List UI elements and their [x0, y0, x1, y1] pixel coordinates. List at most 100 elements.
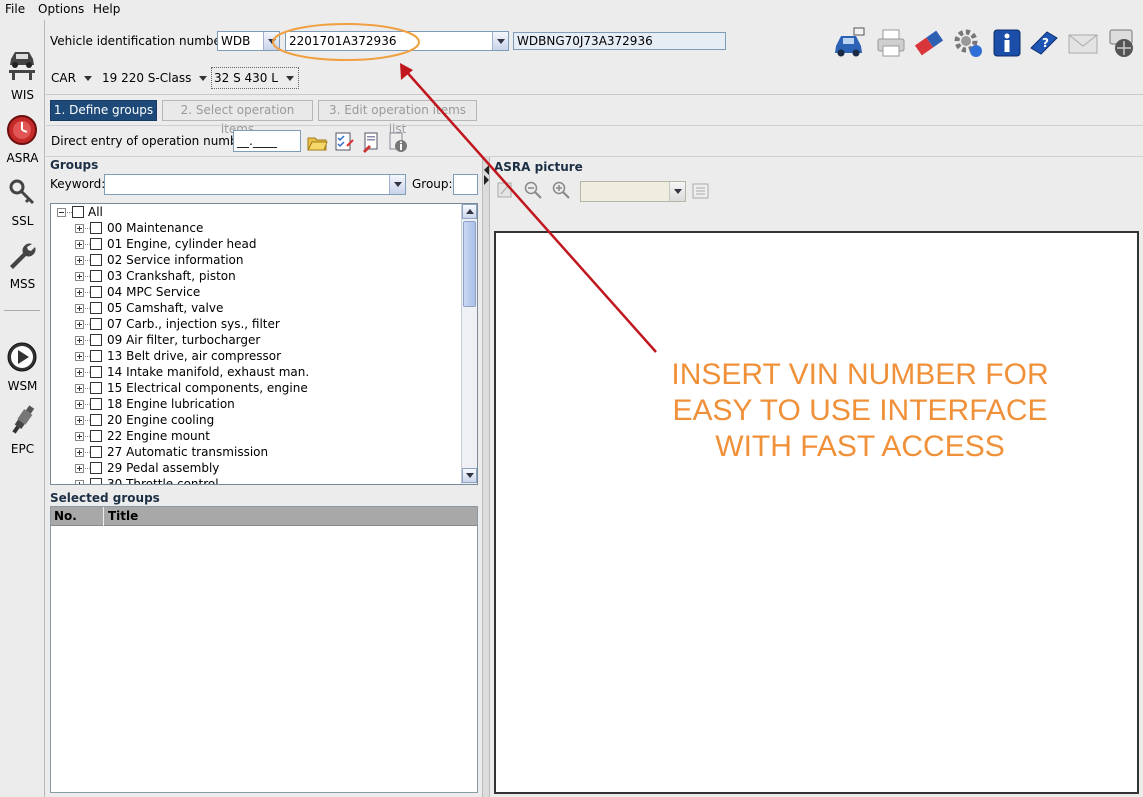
expand-icon[interactable]	[75, 304, 84, 313]
keyword-select[interactable]	[104, 174, 406, 195]
collapse-right-icon[interactable]	[484, 175, 489, 185]
picture-list-icon[interactable]	[690, 181, 712, 201]
sidebar-item-ssl[interactable]: SSL	[0, 178, 45, 232]
column-header-title[interactable]: Title	[105, 507, 477, 526]
network-icon[interactable]	[1104, 26, 1138, 60]
tree-item[interactable]: 01 Engine, cylinder head	[51, 236, 461, 252]
step-edit-operation-items-list[interactable]: 3. Edit operation items list	[318, 100, 477, 136]
tree-root-all[interactable]: All	[51, 204, 461, 220]
settings-gear-icon[interactable]	[951, 26, 985, 60]
panel-splitter[interactable]	[482, 157, 490, 797]
expand-icon[interactable]	[75, 480, 84, 484]
vin-prefix-select[interactable]: WDB	[217, 31, 280, 51]
tree-item[interactable]: 20 Engine cooling	[51, 412, 461, 428]
tree-item[interactable]: 15 Electrical components, engine	[51, 380, 461, 396]
picture-select[interactable]	[580, 181, 686, 202]
checkbox[interactable]	[90, 430, 102, 442]
help-book-icon[interactable]: ?	[1027, 26, 1061, 60]
scroll-thumb[interactable]	[463, 221, 476, 307]
expand-icon[interactable]	[75, 352, 84, 361]
checklist-icon[interactable]	[333, 130, 355, 152]
expand-icon[interactable]	[75, 448, 84, 457]
expand-icon[interactable]	[75, 432, 84, 441]
checkbox[interactable]	[90, 414, 102, 426]
model-select[interactable]: 19 220 S-Class	[102, 68, 208, 88]
expand-icon[interactable]	[75, 240, 84, 249]
checkbox[interactable]	[90, 238, 102, 250]
checkbox[interactable]	[72, 206, 84, 218]
checkbox[interactable]	[90, 334, 102, 346]
document-edit-icon[interactable]	[360, 131, 382, 153]
step-select-operation-items[interactable]: 2. Select operation items	[162, 100, 313, 136]
tree-item[interactable]: 30 Throttle control	[51, 476, 461, 484]
expand-icon[interactable]	[75, 320, 84, 329]
vin-input[interactable]: 2201701A372936	[285, 31, 509, 51]
tree-item[interactable]: 29 Pedal assembly	[51, 460, 461, 476]
zoom-out-icon[interactable]	[523, 180, 545, 200]
eraser-icon[interactable]	[912, 26, 946, 60]
info-icon[interactable]	[990, 26, 1024, 60]
menu-help[interactable]: Help	[93, 2, 120, 16]
tree-item[interactable]: 14 Intake manifold, exhaust man.	[51, 364, 461, 380]
checkbox[interactable]	[90, 270, 102, 282]
operation-number-input[interactable]: __.____	[233, 130, 301, 152]
expand-icon[interactable]	[75, 336, 84, 345]
expand-icon[interactable]	[75, 272, 84, 281]
zoom-in-icon[interactable]	[551, 180, 573, 200]
expand-icon[interactable]	[75, 464, 84, 473]
open-folder-icon[interactable]	[306, 131, 328, 153]
fit-page-icon[interactable]	[495, 180, 515, 200]
document-info-icon[interactable]	[387, 131, 409, 153]
step-define-groups[interactable]: 1. Define groups	[50, 100, 157, 121]
checkbox[interactable]	[90, 286, 102, 298]
tree-item[interactable]: 05 Camshaft, valve	[51, 300, 461, 316]
sidebar-item-wsm[interactable]: WSM	[0, 341, 45, 397]
sidebar-item-mss[interactable]: MSS	[0, 240, 45, 294]
sidebar-item-epc[interactable]: EPC	[0, 404, 45, 460]
tree-item[interactable]: 18 Engine lubrication	[51, 396, 461, 412]
scroll-up-icon[interactable]	[462, 204, 477, 219]
expand-icon[interactable]	[75, 384, 84, 393]
checkbox[interactable]	[90, 446, 102, 458]
tree-item[interactable]: 02 Service information	[51, 252, 461, 268]
expand-icon[interactable]	[75, 400, 84, 409]
expand-icon[interactable]	[75, 224, 84, 233]
checkbox[interactable]	[90, 302, 102, 314]
checkbox[interactable]	[90, 254, 102, 266]
checkbox[interactable]	[90, 350, 102, 362]
sidebar-item-asra[interactable]: ASRA	[0, 114, 45, 170]
expand-icon[interactable]	[75, 288, 84, 297]
menu-options[interactable]: Options	[38, 2, 84, 16]
sidebar-item-wis[interactable]: WIS	[0, 47, 45, 105]
tree-item[interactable]: 04 MPC Service	[51, 284, 461, 300]
expand-icon[interactable]	[75, 368, 84, 377]
column-header-no[interactable]: No.	[51, 507, 104, 526]
checkbox[interactable]	[90, 222, 102, 234]
checkbox[interactable]	[90, 382, 102, 394]
expand-icon[interactable]	[75, 256, 84, 265]
scroll-down-icon[interactable]	[462, 468, 477, 483]
tree-item[interactable]: 07 Carb., injection sys., filter	[51, 316, 461, 332]
vehicle-type-select[interactable]: CAR	[51, 68, 92, 88]
checkbox[interactable]	[90, 478, 102, 484]
collapse-left-icon[interactable]	[484, 165, 489, 175]
printer-icon[interactable]	[874, 26, 908, 60]
tree-item[interactable]: 13 Belt drive, air compressor	[51, 348, 461, 364]
checkbox[interactable]	[90, 366, 102, 378]
variant-select[interactable]: 32 S 430 L	[211, 67, 299, 89]
mail-icon[interactable]	[1066, 26, 1100, 60]
checkbox[interactable]	[90, 398, 102, 410]
checkbox[interactable]	[90, 318, 102, 330]
tree-item[interactable]: 22 Engine mount	[51, 428, 461, 444]
expand-icon[interactable]	[75, 416, 84, 425]
tree-item[interactable]: 03 Crankshaft, piston	[51, 268, 461, 284]
tree-item[interactable]: 00 Maintenance	[51, 220, 461, 236]
checkbox[interactable]	[90, 462, 102, 474]
tree-item[interactable]: 09 Air filter, turbocharger	[51, 332, 461, 348]
vehicle-search-icon[interactable]	[832, 26, 866, 60]
groups-scrollbar[interactable]	[461, 204, 477, 484]
tree-item[interactable]: 27 Automatic transmission	[51, 444, 461, 460]
collapse-icon[interactable]	[57, 208, 66, 217]
menu-file[interactable]: File	[5, 2, 25, 16]
group-input[interactable]	[453, 174, 478, 195]
